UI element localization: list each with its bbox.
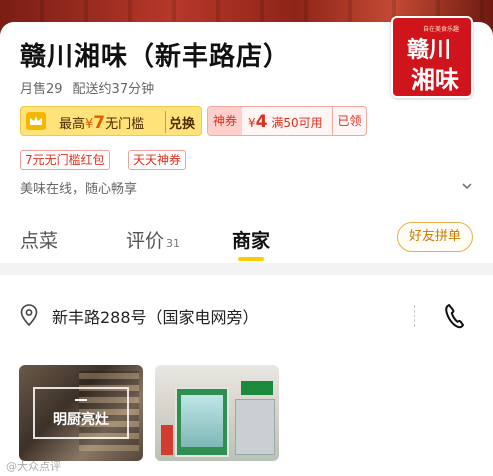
tab-merchant[interactable]: 商家 (232, 226, 270, 253)
red-packet-pill[interactable]: 7元无门槛红包 (20, 150, 110, 170)
coupon-divider (165, 111, 166, 133)
delivery-time: 配送约37分钟 (72, 82, 155, 97)
phone-icon[interactable] (442, 303, 466, 329)
location-pin-icon (20, 304, 38, 326)
tab-reviews[interactable]: 评价 31 (126, 226, 180, 253)
logo-line-2: 湘味 (411, 65, 459, 94)
address-row[interactable]: 新丰路288号（国家电网旁） (0, 275, 493, 355)
god-coupon-tag: 神券 (208, 107, 242, 135)
claimed-status: 已领 (332, 107, 366, 135)
review-count: 31 (166, 237, 181, 250)
god-coupon-value: ¥4 满50可用 (248, 112, 323, 132)
store-photo-interior[interactable] (155, 365, 279, 461)
store-photo-kitchen[interactable]: 明厨亮灶 (19, 365, 143, 461)
photo-caption: 明厨亮灶 (53, 412, 109, 428)
god-coupon[interactable]: 神券 ¥4 满50可用 已领 (207, 106, 367, 136)
store-address: 新丰路288号（国家电网旁） (52, 308, 259, 327)
daily-coupon-pill[interactable]: 天天神券 (128, 150, 187, 170)
monthly-sales: 月售29 (20, 82, 63, 97)
coupon-amount-text: 最高¥7无门槛 (59, 113, 145, 133)
address-divider (414, 305, 415, 327)
store-header-card: 赣川湘味（新丰路店） 月售29 配送约37分钟 自在美食乐趣 赣川 湘味 最高¥7… (0, 16, 493, 272)
chevron-down-icon[interactable] (460, 179, 474, 193)
store-slogan: 美味在线，随心畅享 (20, 182, 138, 197)
store-logo[interactable]: 自在美食乐趣 赣川 湘味 (391, 16, 473, 98)
redeem-button[interactable]: 兑换 (169, 113, 195, 132)
active-tab-indicator (238, 257, 264, 261)
crown-icon (26, 112, 46, 130)
group-order-button[interactable]: 好友拼单 (397, 222, 473, 252)
watermark: @大众点评 (6, 460, 61, 473)
section-separator (0, 263, 493, 275)
store-name: 赣川湘味（新丰路店） (20, 42, 291, 72)
max-discount-coupon[interactable]: 最高¥7无门槛 兑换 (20, 106, 202, 136)
store-meta: 月售29 配送约37分钟 (20, 78, 154, 97)
tab-order[interactable]: 点菜 (20, 226, 58, 253)
